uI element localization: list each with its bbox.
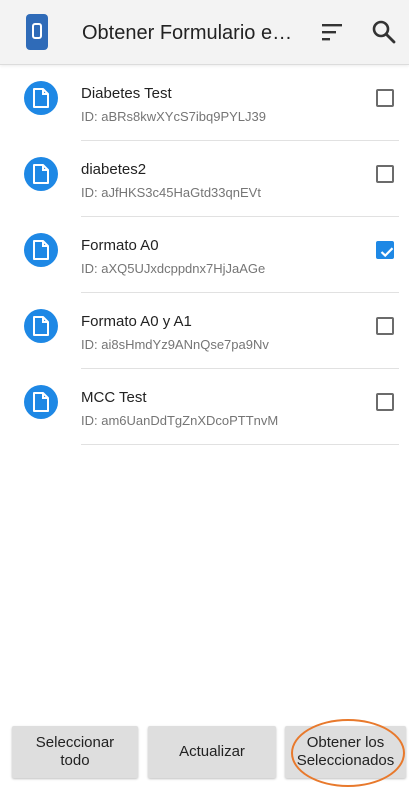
refresh-label: Actualizar	[179, 743, 245, 760]
form-checkbox[interactable]	[376, 393, 394, 411]
form-name: Diabetes Test	[81, 85, 172, 102]
form-checkbox[interactable]	[376, 241, 394, 259]
document-icon	[24, 385, 58, 419]
form-name: MCC Test	[81, 389, 147, 406]
list-item[interactable]: diabetes2 ID: aJfHKS3c45HaGtd33qnEVt	[0, 141, 409, 217]
document-icon	[24, 309, 58, 343]
form-name: Formato A0 y A1	[81, 313, 192, 330]
get-selected-label: Obtener los Seleccionados	[296, 734, 395, 769]
phone-icon	[26, 14, 48, 50]
form-name: diabetes2	[81, 161, 147, 178]
search-icon	[372, 20, 396, 44]
get-selected-button[interactable]: Obtener los Seleccionados	[285, 726, 406, 778]
form-id: ID: aJfHKS3c45HaGtd33qnEVt	[81, 185, 261, 200]
form-checkbox[interactable]	[376, 317, 394, 335]
form-checkbox[interactable]	[376, 89, 394, 107]
list-item[interactable]: MCC Test ID: am6UanDdTgZnXDcoPTTnvM	[0, 369, 409, 445]
toolbar-title: Obtener Formulario e…	[82, 22, 293, 44]
form-name: Formato A0	[81, 237, 159, 254]
form-id: ID: aXQ5UJxdcppdnx7HjJaAGe	[81, 261, 266, 276]
app-toolbar: Obtener Formulario e…	[0, 0, 409, 65]
list-item[interactable]: Formato A0 ID: aXQ5UJxdcppdnx7HjJaAGe	[0, 217, 409, 293]
search-button[interactable]	[366, 14, 402, 50]
sort-icon	[322, 24, 342, 41]
form-id: ID: am6UanDdTgZnXDcoPTTnvM	[81, 413, 279, 428]
list-item[interactable]: Formato A0 y A1 ID: ai8sHmdYz9ANnQse7pa9…	[0, 293, 409, 369]
document-icon	[24, 233, 58, 267]
refresh-button[interactable]: Actualizar	[148, 726, 276, 778]
form-id: ID: ai8sHmdYz9ANnQse7pa9Nv	[81, 337, 269, 352]
document-icon	[24, 81, 58, 115]
forms-list: Diabetes Test ID: aBRs8kwXYcS7ibq9PYLJ39…	[0, 65, 409, 445]
form-id: ID: aBRs8kwXYcS7ibq9PYLJ39	[81, 109, 266, 124]
document-icon	[24, 157, 58, 191]
checkmark-icon	[380, 247, 394, 258]
form-checkbox[interactable]	[376, 165, 394, 183]
sort-button[interactable]	[314, 14, 350, 50]
select-all-button[interactable]: Seleccionar todo	[12, 726, 138, 778]
select-all-label: Seleccionar todo	[35, 734, 115, 769]
list-item[interactable]: Diabetes Test ID: aBRs8kwXYcS7ibq9PYLJ39	[0, 65, 409, 141]
divider	[81, 444, 399, 445]
